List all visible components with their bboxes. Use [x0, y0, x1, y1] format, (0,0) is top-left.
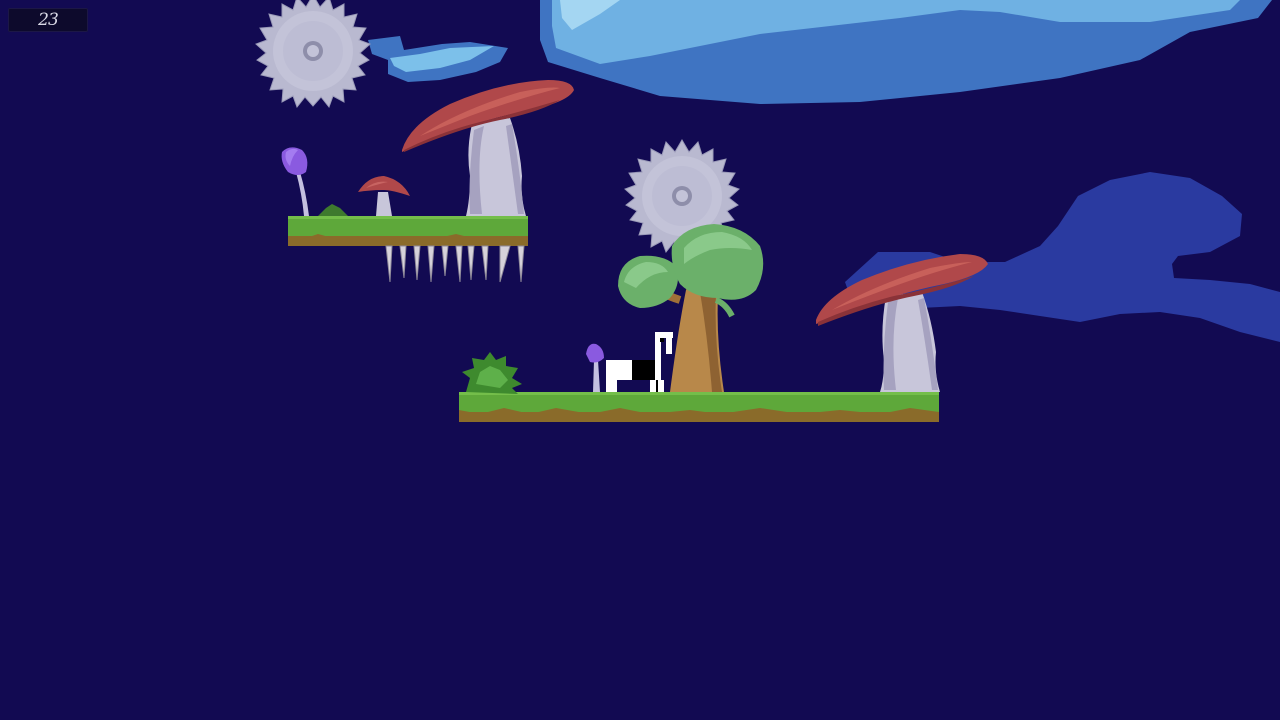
upper-grass-platform [288, 216, 528, 246]
score-counter: 23 [8, 8, 88, 32]
lower-grass-platform [459, 392, 939, 422]
score-counter-value: 23 [38, 10, 59, 30]
game-scene [0, 0, 1280, 720]
